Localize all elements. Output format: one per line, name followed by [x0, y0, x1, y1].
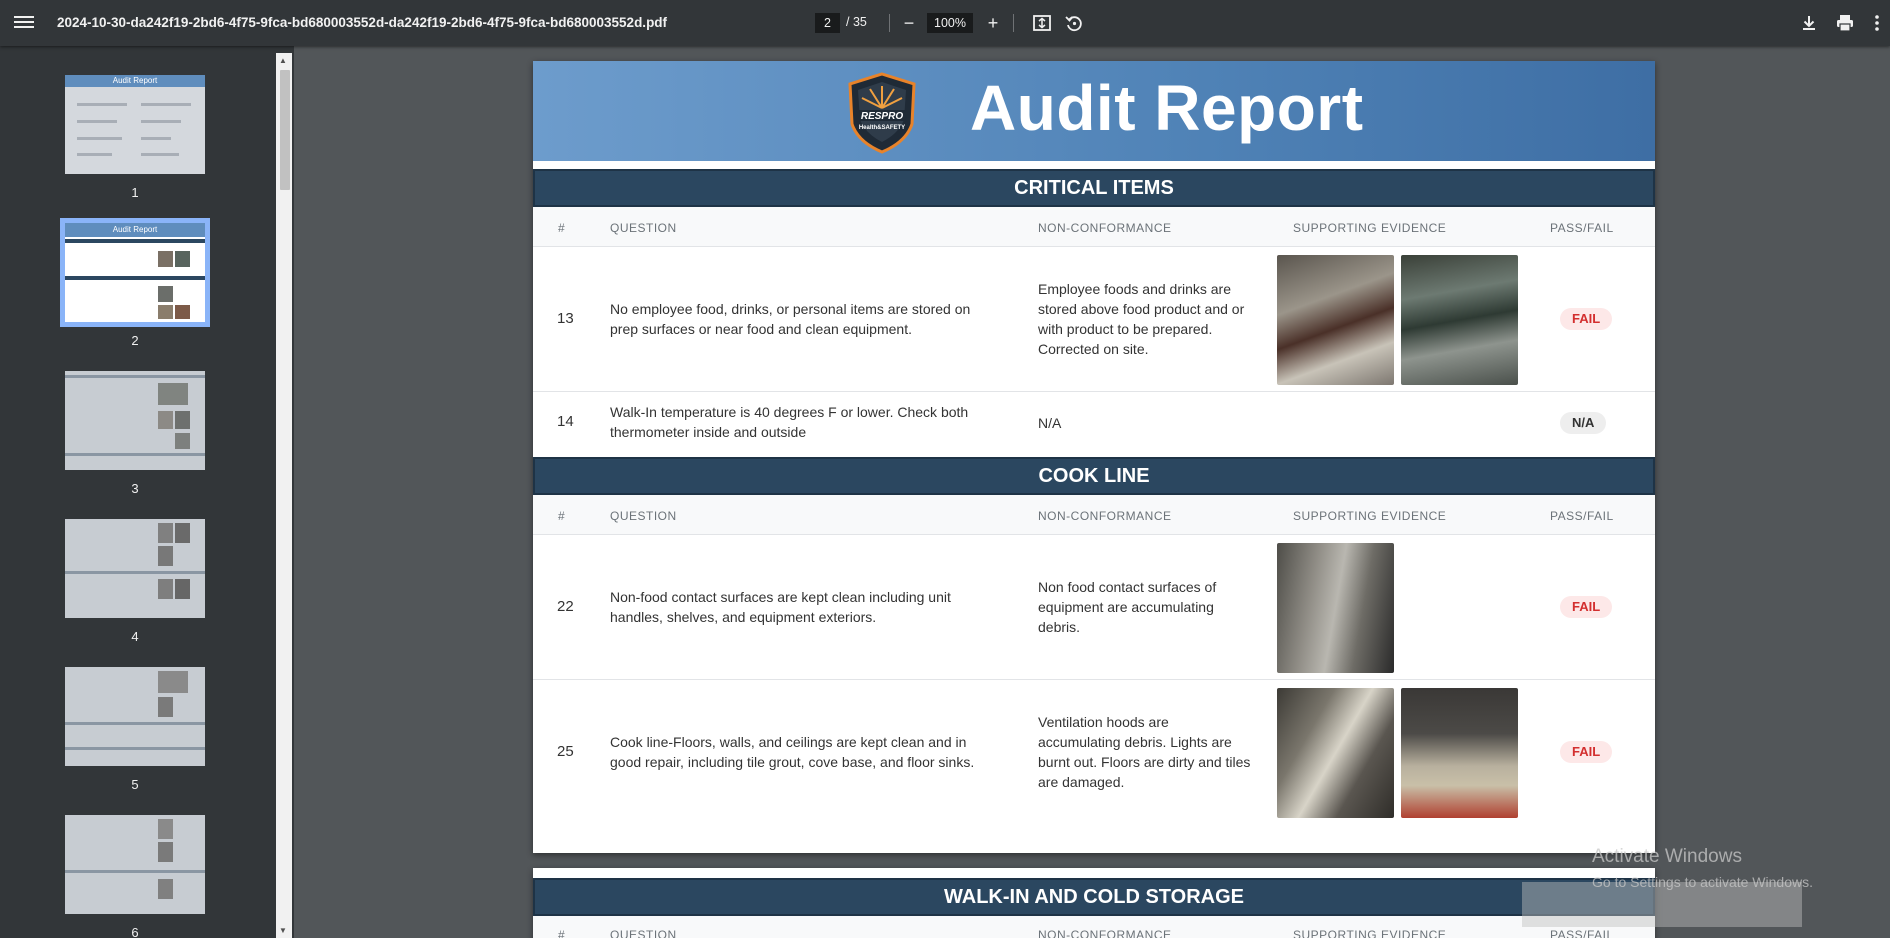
col-question: QUESTION [610, 509, 677, 523]
zoom-level-input[interactable]: 100% [927, 13, 973, 33]
row-question: Walk-In temperature is 40 degrees F or l… [610, 404, 969, 440]
scroll-up-icon[interactable]: ▲ [279, 56, 287, 65]
thumbnail-image [65, 667, 205, 766]
thumbnail-page-6[interactable]: 6 [65, 815, 205, 938]
col-nonconformance: NON-CONFORMANCE [1038, 221, 1172, 235]
table-row: 22 Non-food contact surfaces are kept cl… [533, 535, 1655, 680]
thumbnail-title: Audit Report [65, 75, 205, 87]
result-badge: FAIL [1560, 596, 1613, 618]
evidence-photo[interactable] [1401, 688, 1518, 818]
col-num: # [558, 928, 566, 938]
col-nonconformance: NON-CONFORMANCE [1038, 928, 1172, 938]
toolbar-divider [1013, 14, 1014, 32]
row-number: 22 [557, 598, 574, 615]
page-number-input[interactable]: 2 [815, 13, 840, 33]
table-header: # QUESTION NON-CONFORMANCE SUPPORTING EV… [533, 495, 1655, 535]
report-title: Audit Report [970, 72, 1364, 144]
pdf-page: RESPRO Health&SAFETY Audit Report CRITIC… [533, 61, 1655, 853]
result-badge: FAIL [1560, 741, 1613, 763]
row-nonconformance: Non food contact surfaces of equipment a… [1038, 579, 1217, 635]
row-number: 14 [557, 413, 574, 430]
row-question: Non-food contact surfaces are kept clean… [610, 589, 951, 625]
print-icon[interactable] [1834, 12, 1856, 34]
thumbnail-page-2[interactable]: Audit Report 2 [60, 218, 210, 348]
thumbnail-image [65, 371, 205, 470]
table-row: 14 Walk-In temperature is 40 degrees F o… [533, 392, 1655, 455]
row-nonconformance: Employee foods and drinks are stored abo… [1038, 281, 1245, 357]
result-badge: N/A [1560, 412, 1607, 434]
table-header: # QUESTION NON-CONFORMANCE SUPPORTING EV… [533, 207, 1655, 247]
document-title: 2024-10-30-da242f19-2bd6-4f75-9fca-bd680… [57, 15, 668, 30]
thumbnail-page-1[interactable]: Audit Report 1 [65, 75, 205, 200]
thumbnail-page-4[interactable]: 4 [65, 519, 205, 644]
col-evidence: SUPPORTING EVIDENCE [1293, 928, 1447, 938]
row-number: 13 [557, 310, 574, 327]
thumbnail-title: Audit Report [65, 223, 205, 237]
pdf-toolbar: 2024-10-30-da242f19-2bd6-4f75-9fca-bd680… [0, 0, 1890, 46]
section-header-walk-in: WALK-IN AND COLD STORAGE [533, 878, 1655, 916]
fit-to-page-icon[interactable] [1031, 12, 1053, 34]
thumbnail-page-number: 1 [131, 185, 139, 200]
svg-text:Health&SAFETY: Health&SAFETY [859, 125, 905, 131]
zoom-in-button[interactable]: + [981, 11, 1005, 35]
menu-icon[interactable] [14, 13, 34, 33]
thumbnail-page-5[interactable]: 5 [65, 667, 205, 792]
table-row: 13 No employee food, drinks, or personal… [533, 247, 1655, 392]
download-icon[interactable] [1798, 12, 1820, 34]
zoom-out-button[interactable]: − [897, 11, 921, 35]
thumbnail-page-number: 6 [131, 925, 139, 938]
report-banner: RESPRO Health&SAFETY Audit Report [533, 61, 1655, 161]
evidence-photo[interactable] [1401, 255, 1518, 385]
col-num: # [558, 221, 566, 235]
sidebar-scrollbar-thumb[interactable] [280, 70, 290, 190]
thumbnail-page-number: 3 [131, 481, 139, 496]
col-evidence: SUPPORTING EVIDENCE [1293, 221, 1447, 235]
watermark-title: Activate Windows [1592, 846, 1742, 867]
evidence-photo[interactable] [1277, 688, 1394, 818]
row-nonconformance: Ventilation hoods are accumulating debri… [1038, 714, 1251, 790]
section-header-critical-items: CRITICAL ITEMS [533, 169, 1655, 207]
row-question: Cook line-Floors, walls, and ceilings ar… [610, 734, 975, 770]
respro-logo: RESPRO Health&SAFETY [848, 72, 916, 154]
row-nonconformance: N/A [1038, 415, 1062, 431]
result-badge: FAIL [1560, 308, 1613, 330]
col-question: QUESTION [610, 928, 677, 938]
row-question: No employee food, drinks, or personal it… [610, 301, 971, 337]
rotate-icon[interactable] [1063, 12, 1085, 34]
col-passfail: PASS/FAIL [1550, 221, 1614, 235]
thumbnail-image [65, 815, 205, 914]
col-num: # [558, 509, 566, 523]
thumbnail-image: Audit Report [60, 218, 210, 327]
thumbnail-page-3[interactable]: 3 [65, 371, 205, 496]
thumbnail-page-number: 5 [131, 777, 139, 792]
watermark-subtitle: Go to Settings to activate Windows. [1592, 874, 1813, 890]
col-question: QUESTION [610, 221, 677, 235]
thumbnail-page-number: 4 [131, 629, 139, 644]
row-number: 25 [557, 743, 574, 760]
evidence-photo[interactable] [1277, 543, 1394, 673]
col-evidence: SUPPORTING EVIDENCE [1293, 509, 1447, 523]
pdf-page: WALK-IN AND COLD STORAGE # QUESTION NON-… [533, 868, 1655, 938]
thumbnail-sidebar: Audit Report 1 Audit Report 2 3 4 5 6 [0, 46, 294, 938]
scroll-down-icon[interactable]: ▼ [279, 926, 287, 935]
more-options-icon[interactable] [1866, 12, 1888, 34]
section-header-cook-line: COOK LINE [533, 457, 1655, 495]
col-passfail: PASS/FAIL [1550, 509, 1614, 523]
thumbnail-image [65, 519, 205, 618]
page-total: / 35 [846, 15, 867, 29]
table-row: 25 Cook line-Floors, walls, and ceilings… [533, 680, 1655, 825]
col-passfail: PASS/FAIL [1550, 928, 1614, 938]
thumbnail-image: Audit Report [65, 75, 205, 174]
activate-windows-watermark: Activate Windows Go to Settings to activ… [1592, 846, 1813, 890]
toolbar-divider [889, 14, 890, 32]
col-nonconformance: NON-CONFORMANCE [1038, 509, 1172, 523]
evidence-photo[interactable] [1277, 255, 1394, 385]
logo-text: RESPRO [861, 111, 903, 122]
thumbnail-page-number: 2 [131, 333, 139, 348]
table-header: # QUESTION NON-CONFORMANCE SUPPORTING EV… [533, 916, 1655, 938]
